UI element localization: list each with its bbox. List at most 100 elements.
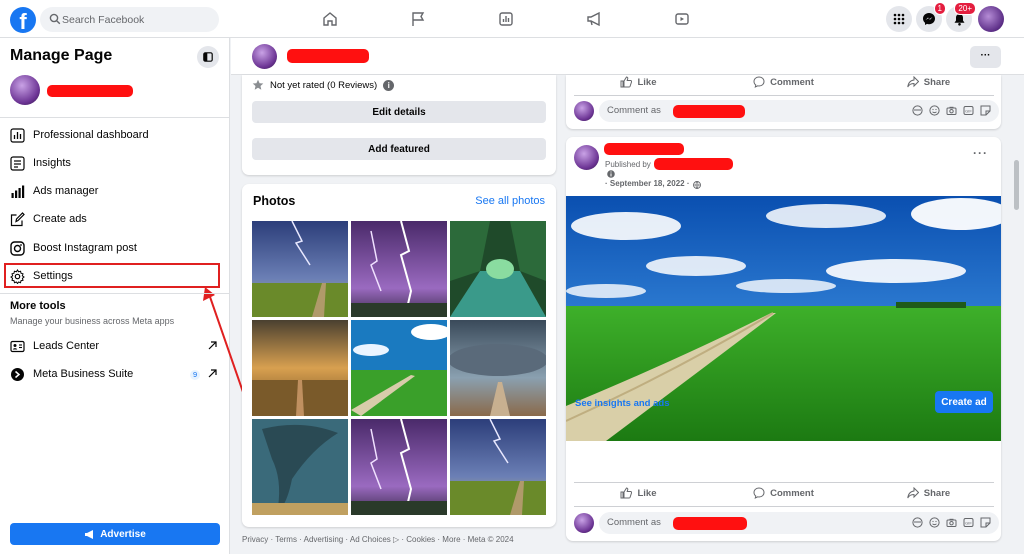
account-avatar[interactable] xyxy=(978,6,1004,32)
comment-icon xyxy=(753,76,765,88)
sidebar-item-leads-center[interactable]: Leads Center xyxy=(0,333,229,359)
sticker-icon[interactable] xyxy=(980,105,991,116)
external-link-icon xyxy=(208,341,217,350)
thumbs-up-icon xyxy=(620,76,633,88)
comment-button[interactable]: Comment xyxy=(711,72,856,92)
photo-thumbnail[interactable] xyxy=(252,320,348,416)
post-options-button[interactable]: ··· xyxy=(973,146,988,160)
sidebar-item-ads-manager[interactable]: Ads manager xyxy=(0,178,229,204)
sidebar-item-professional-dashboard[interactable]: Professional dashboard xyxy=(0,122,229,148)
photo-thumbnail[interactable] xyxy=(252,419,348,515)
external-link-icon xyxy=(208,369,217,378)
meta-suite-icon xyxy=(8,365,26,383)
edit-details-button[interactable]: Edit details xyxy=(252,101,546,123)
add-featured-button[interactable]: Add featured xyxy=(252,138,546,160)
comment-composer: Comment as GIF xyxy=(574,512,999,534)
star-icon xyxy=(252,79,264,90)
like-button[interactable]: Like xyxy=(566,72,711,92)
camera-icon[interactable] xyxy=(946,517,957,528)
svg-text:GIF: GIF xyxy=(965,108,972,113)
share-button[interactable]: Share xyxy=(856,483,1001,503)
redacted-page-name xyxy=(47,85,133,97)
sidebar-item-boost-instagram-post[interactable]: Boost Instagram post xyxy=(0,235,229,261)
dashboard-icon xyxy=(8,126,26,144)
page-avatar[interactable] xyxy=(574,145,599,170)
photo-thumbnail[interactable] xyxy=(351,320,447,416)
create-ad-button[interactable]: Create ad xyxy=(935,391,993,413)
footer-links[interactable]: Privacy · Terms · Advertising · Ad Choic… xyxy=(242,535,514,544)
share-label: Share xyxy=(923,487,951,499)
avatar-sticker-icon[interactable] xyxy=(912,105,923,116)
share-button[interactable]: Share xyxy=(856,72,1001,92)
emoji-icon[interactable] xyxy=(929,517,940,528)
sidebar-item-create-ads[interactable]: Create ads xyxy=(0,206,229,232)
comment-input[interactable]: Comment as GIF xyxy=(599,100,999,122)
search-box[interactable] xyxy=(40,7,219,32)
sticker-icon[interactable] xyxy=(980,517,991,528)
camera-icon[interactable] xyxy=(946,105,957,116)
menu-button[interactable] xyxy=(886,6,912,32)
post-divider xyxy=(574,95,994,96)
instagram-icon xyxy=(8,239,26,257)
rating-text: Not yet rated (0 Reviews) xyxy=(270,79,378,91)
sidebar-item-label: Boost Instagram post xyxy=(33,242,137,254)
collapse-sidebar-button[interactable] xyxy=(197,46,219,68)
more-options-button[interactable]: ··· xyxy=(970,46,1001,68)
photo-thumbnail[interactable] xyxy=(252,221,348,317)
comment-label: Comment xyxy=(770,487,814,499)
sidebar-item-meta-business-suite[interactable]: Meta Business Suite 9 xyxy=(0,361,229,387)
more-tools-subtitle: Manage your business across Meta apps xyxy=(10,316,175,326)
like-label: Like xyxy=(637,487,657,499)
megaphone-icon[interactable] xyxy=(586,11,602,27)
comment-composer: Comment as GIF xyxy=(574,100,999,122)
redacted-name xyxy=(673,517,747,530)
chart-icon[interactable] xyxy=(498,11,514,27)
advertise-label: Advertise xyxy=(100,528,146,540)
grid-menu-icon xyxy=(893,13,905,25)
messenger-badge: 1 xyxy=(933,2,946,15)
post-date[interactable]: · September 18, 2022 · xyxy=(605,179,689,188)
post-card: Like Comment Share Comment as GIF xyxy=(566,75,1001,129)
photo-thumbnail[interactable] xyxy=(351,419,447,515)
page-avatar[interactable] xyxy=(252,44,277,69)
edit-icon xyxy=(8,210,26,228)
like-button[interactable]: Like xyxy=(566,483,711,503)
photo-thumbnail[interactable] xyxy=(450,419,546,515)
globe-icon xyxy=(693,181,701,189)
flag-icon[interactable] xyxy=(410,11,426,27)
messenger-button[interactable]: 1 xyxy=(916,2,946,32)
post-divider xyxy=(574,506,994,507)
redacted-name xyxy=(673,105,745,118)
redacted-page-name xyxy=(287,49,369,63)
post-action-bar: Like Comment Share xyxy=(566,483,1001,503)
sidebar-item-label: Ads manager xyxy=(33,185,99,197)
photo-thumbnail[interactable] xyxy=(351,221,447,317)
notifications-button[interactable]: 20+ xyxy=(946,2,976,32)
advertise-button[interactable]: Advertise xyxy=(10,523,220,545)
comment-button[interactable]: Comment xyxy=(711,483,856,503)
page-scrollbar[interactable] xyxy=(1014,160,1019,210)
sidebar-item-insights[interactable]: Insights xyxy=(0,150,229,176)
sidebar-divider xyxy=(0,293,229,294)
see-all-photos-link[interactable]: See all photos xyxy=(475,195,545,207)
gif-icon[interactable]: GIF xyxy=(963,517,974,528)
search-input[interactable] xyxy=(62,7,212,32)
photos-card: Photos See all photos xyxy=(242,184,556,527)
facebook-logo-icon[interactable]: f xyxy=(10,7,36,33)
home-icon[interactable] xyxy=(322,11,338,27)
photos-heading: Photos xyxy=(253,194,296,208)
info-icon[interactable]: i xyxy=(383,79,395,91)
insights-icon xyxy=(8,154,26,172)
comment-tools: GIF xyxy=(912,517,991,528)
see-insights-link[interactable]: See insights and ads xyxy=(575,398,670,409)
comment-input[interactable]: Comment as GIF xyxy=(599,512,999,534)
gif-icon[interactable]: GIF xyxy=(963,105,974,116)
emoji-icon[interactable] xyxy=(929,105,940,116)
notification-count-badge: 9 xyxy=(190,370,201,380)
photo-thumbnail[interactable] xyxy=(450,320,546,416)
photo-thumbnail[interactable] xyxy=(450,221,546,317)
avatar-sticker-icon[interactable] xyxy=(912,517,923,528)
page-avatar[interactable] xyxy=(10,75,40,105)
video-icon[interactable] xyxy=(674,11,690,27)
post-action-bar: Like Comment Share xyxy=(566,72,1001,92)
